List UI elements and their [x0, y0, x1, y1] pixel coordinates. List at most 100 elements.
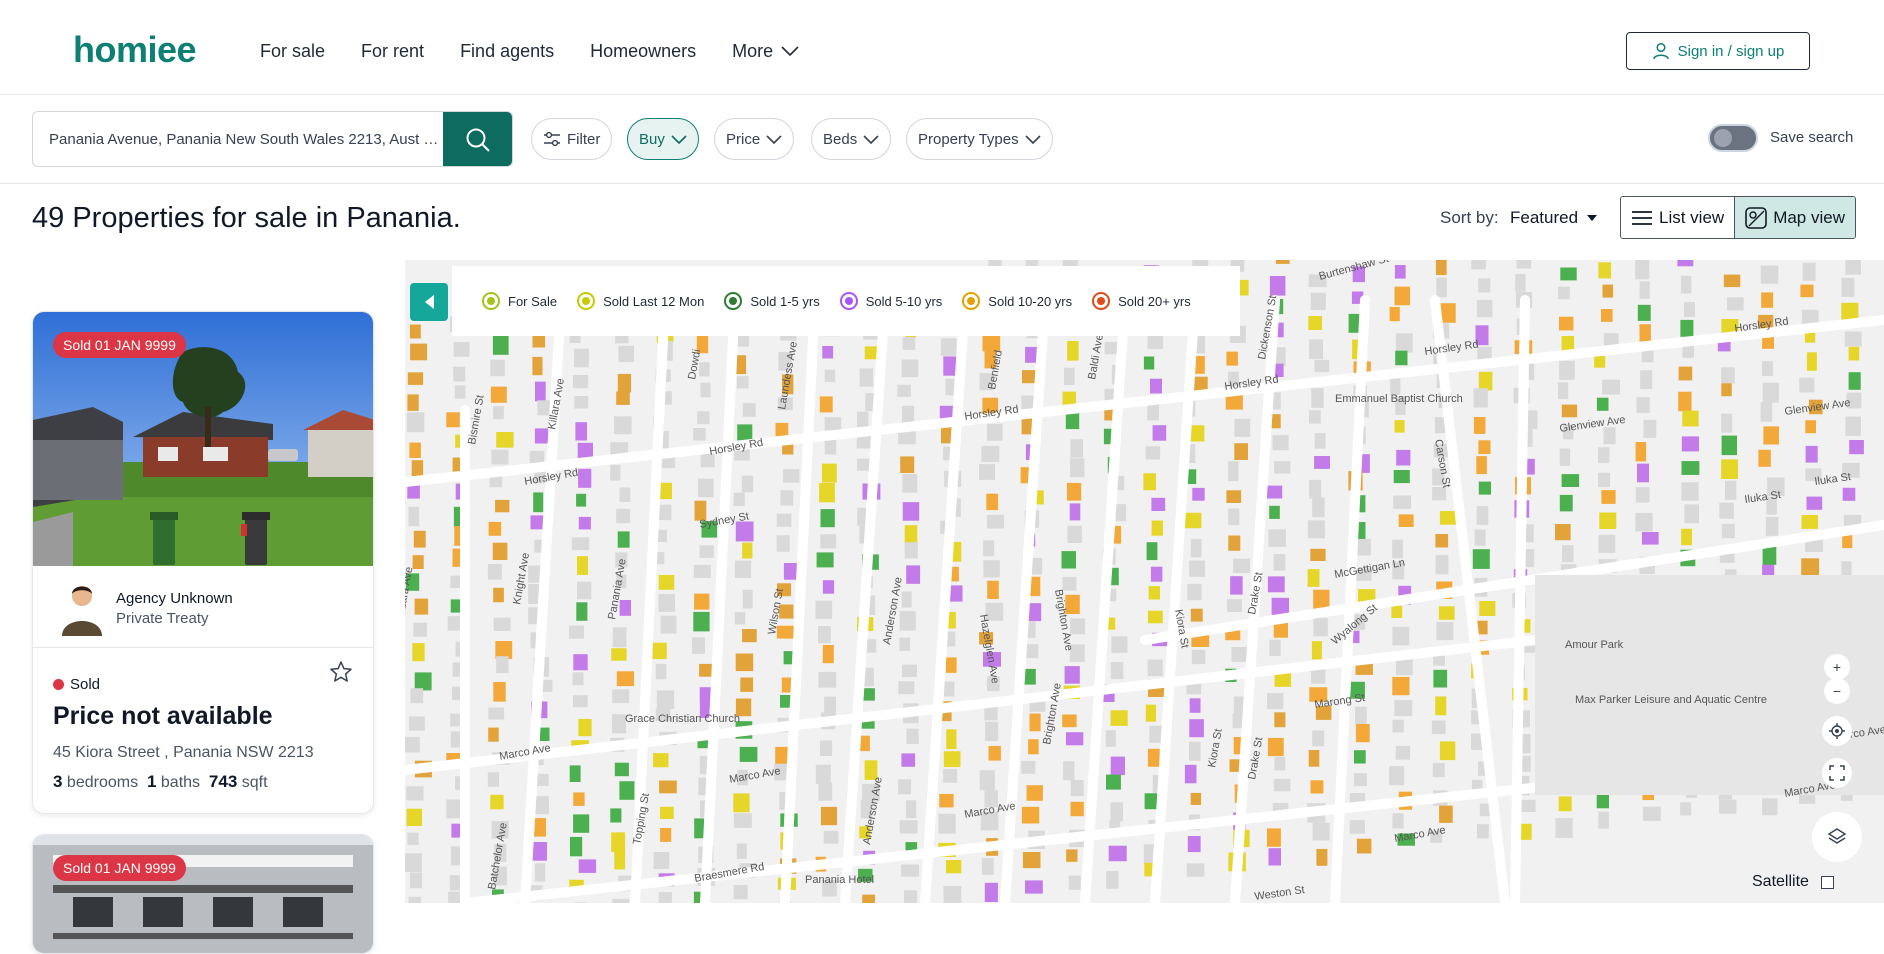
- parcel[interactable]: [577, 581, 592, 600]
- parcel[interactable]: [1721, 383, 1732, 397]
- parcel[interactable]: [1394, 286, 1411, 306]
- parcel[interactable]: [1151, 497, 1166, 511]
- parcel[interactable]: [988, 746, 1001, 761]
- parcel[interactable]: [1021, 806, 1040, 824]
- parcel[interactable]: [1474, 529, 1486, 546]
- parcel[interactable]: [575, 422, 587, 441]
- parcel[interactable]: [1559, 360, 1575, 380]
- save-search-toggle[interactable]: [1708, 124, 1758, 152]
- collapse-list-button[interactable]: [410, 283, 448, 321]
- parcel[interactable]: [1394, 265, 1406, 279]
- parcel[interactable]: [1476, 456, 1487, 475]
- parcel[interactable]: [1228, 461, 1239, 482]
- parcel[interactable]: [1760, 265, 1779, 284]
- parcel[interactable]: [413, 622, 427, 637]
- parcel[interactable]: [946, 729, 957, 750]
- parcel[interactable]: [1684, 504, 1699, 524]
- parcel[interactable]: [1110, 710, 1128, 726]
- parcel[interactable]: [946, 860, 962, 874]
- parcel[interactable]: [612, 714, 627, 734]
- parcel[interactable]: [1642, 806, 1661, 821]
- parcel[interactable]: [943, 768, 958, 783]
- parcel[interactable]: [1435, 260, 1447, 276]
- parcel[interactable]: [1150, 566, 1163, 582]
- parcel[interactable]: [1392, 676, 1410, 696]
- listing-photo[interactable]: Sold 01 JAN 9999: [33, 835, 373, 953]
- parcel[interactable]: [660, 828, 672, 842]
- property-map[interactable]: Burtenshaw St Horsley Rd Horsley Rd Horsley…: [405, 260, 1884, 903]
- parcel[interactable]: [735, 653, 754, 672]
- beds-dropdown[interactable]: Beds: [811, 118, 892, 160]
- parcel[interactable]: [454, 385, 466, 399]
- parcel[interactable]: [1471, 260, 1486, 270]
- parcel[interactable]: [492, 542, 508, 560]
- parcel[interactable]: [1110, 662, 1124, 680]
- parcel[interactable]: [859, 368, 874, 387]
- parcel[interactable]: [534, 863, 546, 882]
- parcel[interactable]: [1234, 443, 1248, 460]
- parcel[interactable]: [1063, 761, 1075, 781]
- parcel[interactable]: [1189, 560, 1206, 577]
- parcel[interactable]: [818, 782, 833, 801]
- parcel[interactable]: [780, 490, 794, 506]
- layers-button[interactable]: [1812, 812, 1862, 862]
- parcel[interactable]: [1435, 534, 1449, 548]
- parcel[interactable]: [617, 373, 631, 393]
- parcel[interactable]: [1184, 764, 1197, 784]
- parcel[interactable]: [692, 637, 705, 654]
- parcel[interactable]: [1395, 350, 1408, 366]
- parcel[interactable]: [742, 629, 757, 643]
- parcel[interactable]: [1267, 737, 1284, 757]
- parcel[interactable]: [1190, 792, 1202, 805]
- map-view-button[interactable]: Map view: [1734, 197, 1855, 238]
- parcel[interactable]: [733, 813, 752, 828]
- parcel[interactable]: [1844, 331, 1862, 347]
- parcel[interactable]: [824, 696, 836, 715]
- parcel[interactable]: [1145, 704, 1156, 722]
- parcel[interactable]: [1723, 274, 1741, 288]
- parcel[interactable]: [447, 616, 462, 631]
- parcel[interactable]: [1476, 506, 1489, 525]
- parcel[interactable]: [943, 751, 961, 768]
- parcel[interactable]: [1602, 284, 1614, 298]
- parcel[interactable]: [820, 740, 833, 756]
- parcel[interactable]: [818, 671, 837, 688]
- parcel[interactable]: [1725, 480, 1737, 500]
- parcel[interactable]: [1189, 425, 1205, 442]
- parcel[interactable]: [578, 468, 592, 488]
- parcel[interactable]: [986, 514, 1004, 529]
- parcel[interactable]: [487, 564, 502, 580]
- parcel[interactable]: [776, 625, 794, 639]
- parcel[interactable]: [1192, 487, 1205, 501]
- parcel[interactable]: [733, 885, 748, 900]
- parcel[interactable]: [1314, 433, 1326, 449]
- parcel[interactable]: [1682, 410, 1699, 427]
- parcel[interactable]: [491, 449, 509, 465]
- parcel[interactable]: [985, 721, 999, 741]
- parcel[interactable]: [412, 643, 425, 662]
- parcel[interactable]: [1637, 463, 1649, 483]
- parcel[interactable]: [864, 346, 877, 360]
- parcel[interactable]: [577, 556, 588, 575]
- list-view-button[interactable]: List view: [1621, 197, 1735, 238]
- parcel[interactable]: [1110, 802, 1124, 822]
- parcel[interactable]: [783, 469, 800, 483]
- parcel[interactable]: [1228, 508, 1240, 526]
- parcel[interactable]: [979, 464, 995, 480]
- parcel[interactable]: [573, 695, 588, 708]
- parcel[interactable]: [1636, 397, 1650, 413]
- parcel[interactable]: [1562, 545, 1574, 563]
- parcel[interactable]: [694, 593, 710, 610]
- parcel[interactable]: [735, 521, 754, 542]
- parcel[interactable]: [1268, 848, 1282, 866]
- parcel[interactable]: [573, 654, 588, 671]
- parcel[interactable]: [1761, 361, 1773, 376]
- parcel[interactable]: [1555, 524, 1571, 541]
- parcel[interactable]: [1478, 278, 1491, 293]
- parcel[interactable]: [495, 499, 510, 513]
- parcel[interactable]: [1068, 875, 1081, 890]
- parcel[interactable]: [493, 587, 504, 603]
- parcel[interactable]: [1191, 649, 1206, 665]
- parcel[interactable]: [1268, 529, 1286, 547]
- parcel[interactable]: [532, 356, 543, 376]
